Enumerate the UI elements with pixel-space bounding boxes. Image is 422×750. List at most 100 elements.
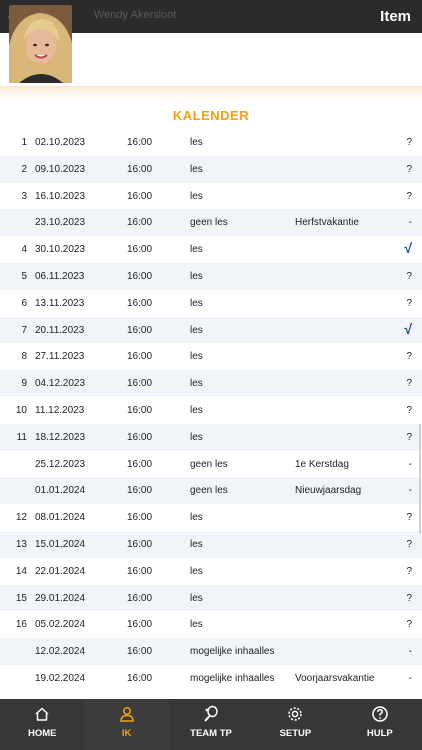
- scrollbar[interactable]: [419, 424, 421, 534]
- lesson-type: geen les: [190, 485, 228, 497]
- user-name: Wendy Akersloot: [94, 9, 177, 21]
- calendar-row[interactable]: 25.12.2023 16:00 geen les 1e Kerstdag -: [0, 451, 422, 478]
- lesson-number: 15: [15, 592, 27, 604]
- lesson-type: les: [190, 324, 203, 336]
- nav-label: HOME: [27, 728, 57, 739]
- lesson-number: 4: [21, 244, 27, 256]
- attendance-status[interactable]: ?: [406, 619, 412, 630]
- tennis-racket-icon: [204, 705, 218, 722]
- lesson-date: 22.01.2024: [35, 565, 86, 577]
- lesson-type: geen les: [190, 217, 228, 229]
- calendar-row[interactable]: 16 05.02.2024 16:00 les?: [0, 611, 422, 638]
- attendance-status[interactable]: ?: [406, 164, 412, 175]
- lesson-time: 16:00: [127, 378, 153, 390]
- calendar-row[interactable]: 3 16.10.2023 16:00 les?: [0, 183, 422, 210]
- lesson-date: 13.11.2023: [35, 297, 85, 309]
- attendance-status[interactable]: √: [404, 321, 412, 337]
- attendance-status[interactable]: -: [409, 485, 412, 496]
- calendar-list: 1 02.10.2023 16:00 les? 2 09.10.2023 16:00 les?…: [0, 129, 422, 692]
- attendance-status[interactable]: -: [409, 646, 412, 657]
- attendance-status[interactable]: ?: [406, 593, 412, 604]
- lesson-date: 09.10.2023: [35, 163, 86, 175]
- attendance-status[interactable]: ?: [406, 539, 412, 550]
- nav-home[interactable]: HOME: [0, 699, 84, 750]
- lesson-date: 15.01.2024: [35, 538, 86, 550]
- lesson-type: les: [190, 137, 203, 148]
- lesson-time: 16:00: [127, 619, 153, 631]
- lesson-note: 1e Kerstdag: [295, 458, 349, 470]
- lesson-number: 2: [21, 163, 27, 175]
- lesson-date: 20.11.2023: [35, 324, 85, 336]
- nav-team-tp[interactable]: TEAM TP: [169, 699, 253, 750]
- attendance-status[interactable]: ?: [406, 298, 412, 309]
- lesson-time: 16:00: [127, 190, 153, 202]
- nav-hulp[interactable]: HULP: [338, 699, 422, 750]
- calendar-row[interactable]: 7 20.11.2023 16:00 les √: [0, 316, 422, 344]
- lesson-type: les: [190, 351, 203, 363]
- calendar-row[interactable]: 2 09.10.2023 16:00 les?: [0, 155, 422, 183]
- home-icon: [35, 707, 49, 721]
- lesson-type: geen les: [190, 458, 228, 470]
- attendance-status[interactable]: ?: [406, 271, 412, 282]
- lesson-date: 02.10.2023: [35, 137, 86, 148]
- calendar-row[interactable]: 11 18.12.2023 16:00 les?: [0, 423, 422, 451]
- lesson-time: 16:00: [127, 324, 153, 336]
- section-title: KALENDER: [172, 108, 250, 123]
- calendar-row[interactable]: 5 06.11.2023 16:00 les?: [0, 262, 422, 290]
- attendance-status[interactable]: -: [409, 459, 412, 470]
- lesson-number: 10: [15, 404, 27, 416]
- lesson-time: 16:00: [127, 270, 153, 282]
- calendar-row[interactable]: 13 15.01.2024 16:00 les?: [0, 530, 422, 558]
- calendar-row[interactable]: 12 08.01.2024 16:00 les?: [0, 504, 422, 531]
- calendar-row[interactable]: 8 27.11.2023 16:00 les?: [0, 343, 422, 370]
- calendar-row[interactable]: 4 30.10.2023 16:00 les √: [0, 236, 422, 263]
- attendance-status[interactable]: ?: [406, 405, 412, 416]
- attendance-status[interactable]: ?: [406, 351, 412, 362]
- nav-setup[interactable]: SETUP: [253, 699, 337, 750]
- lesson-type: les: [190, 244, 203, 256]
- calendar-row[interactable]: 14 22.01.2024 16:00 les?: [0, 558, 422, 585]
- calendar-row[interactable]: 6 13.11.2023 16:00 les?: [0, 290, 422, 317]
- lesson-time: 16:00: [127, 163, 153, 175]
- calendar-row[interactable]: 1 02.10.2023 16:00 les?: [0, 129, 422, 156]
- calendar-row[interactable]: 23.10.2023 16:00 geen les Herfstvakantie -: [0, 209, 422, 237]
- attendance-status[interactable]: -: [409, 217, 412, 228]
- lesson-date: 16.10.2023: [35, 190, 86, 202]
- calendar-row[interactable]: 10 11.12.2023 16:00 les?: [0, 397, 422, 424]
- lesson-number: 7: [21, 324, 27, 336]
- calendar-row[interactable]: 12.02.2024 16:00 mogelijke inhaalles -: [0, 638, 422, 665]
- lesson-date: 06.11.2023: [35, 270, 85, 282]
- attendance-status[interactable]: ?: [406, 191, 412, 202]
- nav-ik[interactable]: IK: [84, 699, 169, 750]
- attendance-status[interactable]: √: [404, 240, 412, 256]
- calendar-row[interactable]: 01.01.2024 16:00 geen les Nieuwjaarsdag -: [0, 477, 422, 505]
- lesson-note: Nieuwjaarsdag: [295, 485, 362, 497]
- nav-label: TEAM TP: [190, 728, 232, 739]
- lesson-time: 16:00: [127, 672, 153, 684]
- attendance-status[interactable]: ?: [406, 137, 412, 148]
- attendance-status[interactable]: ?: [406, 432, 412, 443]
- calendar-row[interactable]: 9 04.12.2023 16:00 les?: [0, 370, 422, 397]
- attendance-status[interactable]: ?: [406, 512, 412, 523]
- lesson-number: 11: [16, 431, 27, 443]
- lesson-time: 16:00: [127, 297, 153, 309]
- lesson-type: les: [190, 270, 203, 282]
- lesson-number: 3: [21, 190, 27, 202]
- attendance-status[interactable]: ?: [406, 566, 412, 577]
- lesson-time: 16:00: [127, 351, 153, 363]
- calendar-row[interactable]: 15 29.01.2024 16:00 les?: [0, 584, 422, 612]
- lesson-number: 14: [15, 565, 27, 577]
- lesson-type: les: [190, 512, 203, 524]
- lesson-date: 05.02.2024: [35, 619, 86, 631]
- lesson-number: 9: [21, 378, 27, 390]
- lesson-type: les: [190, 404, 203, 416]
- lesson-time: 16:00: [127, 485, 153, 497]
- calendar-row[interactable]: 19.02.2024 16:00 mogelijke inhaalles Voorja…: [0, 665, 422, 692]
- attendance-status[interactable]: -: [409, 673, 412, 684]
- lesson-time: 16:00: [127, 646, 153, 658]
- attendance-status[interactable]: ?: [406, 378, 412, 389]
- lesson-type: les: [190, 297, 203, 309]
- lesson-time: 16:00: [127, 592, 153, 604]
- lesson-type: les: [190, 163, 203, 175]
- lesson-date: 04.12.2023: [35, 378, 86, 390]
